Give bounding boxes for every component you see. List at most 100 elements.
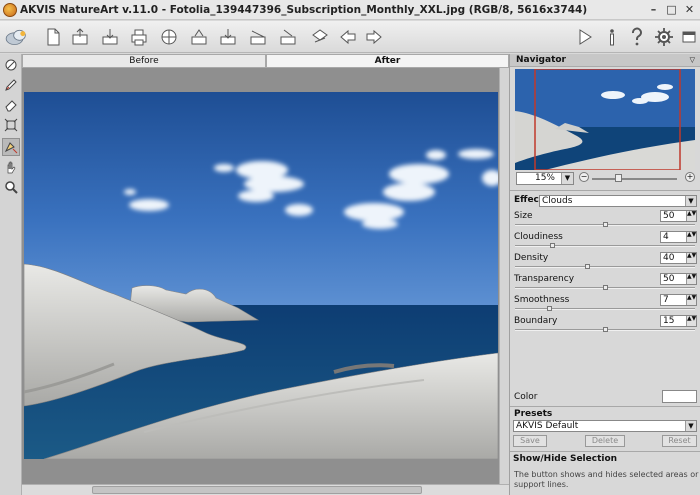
spinner-icon[interactable]: ▲▼ <box>686 211 696 221</box>
zoom-out-icon[interactable]: − <box>579 172 589 182</box>
minimize-button[interactable]: – <box>646 2 661 17</box>
chevron-down-icon[interactable]: ▼ <box>561 173 573 184</box>
eraser-tool-icon[interactable] <box>2 96 20 114</box>
navigator-preview[interactable] <box>515 69 695 170</box>
param-value-field[interactable]: 4 ▲▼ <box>660 231 697 243</box>
settings-gear-icon[interactable] <box>652 25 676 49</box>
navigator-header: Navigator ▽ <box>510 54 700 67</box>
maximize-button[interactable]: □ <box>664 2 679 17</box>
divider <box>510 406 700 407</box>
zoom-tool-icon[interactable] <box>2 178 20 196</box>
param-value: 15 <box>663 316 675 326</box>
brush-tool-icon[interactable] <box>2 76 20 94</box>
color-label: Color <box>514 392 538 402</box>
workspace: Before After <box>22 54 509 495</box>
print-icon[interactable] <box>127 25 151 49</box>
close-button[interactable]: ✕ <box>682 2 697 17</box>
effect-select[interactable]: Clouds ▼ <box>539 195 697 207</box>
hint-title: Show/Hide Selection <box>513 454 618 464</box>
param-label: Density <box>514 253 549 263</box>
save-preset-button[interactable]: Save <box>513 435 547 447</box>
save-icon[interactable] <box>98 25 122 49</box>
tools-panel <box>0 54 22 495</box>
param-label: Cloudiness <box>514 232 563 242</box>
help-icon[interactable] <box>625 25 649 49</box>
show-hide-selection-icon[interactable] <box>2 138 20 156</box>
tab-before[interactable]: Before <box>22 54 266 68</box>
param-label: Size <box>514 211 533 221</box>
tab-after[interactable]: After <box>266 54 509 68</box>
param-value-field[interactable]: 15 ▲▼ <box>660 315 697 327</box>
param-value: 7 <box>663 295 669 305</box>
share-icon[interactable] <box>276 25 300 49</box>
horizontal-scrollbar[interactable] <box>22 484 509 495</box>
param-slider[interactable] <box>515 327 695 332</box>
divider <box>510 451 700 452</box>
param-value: 50 <box>663 274 675 284</box>
crop-tool-icon[interactable] <box>2 116 20 134</box>
zoom-value: 15% <box>534 173 555 183</box>
vertical-scrollbar[interactable] <box>499 68 509 484</box>
param-label: Transparency <box>514 274 575 284</box>
toolbar <box>0 21 700 53</box>
spinner-icon[interactable]: ▲▼ <box>686 295 696 305</box>
spinner-icon[interactable]: ▲▼ <box>686 274 696 284</box>
run-icon[interactable] <box>573 25 597 49</box>
param-value-field[interactable]: 50 ▲▼ <box>660 273 697 285</box>
spinner-icon[interactable]: ▲▼ <box>686 253 696 263</box>
panel-toggle-icon[interactable] <box>677 25 700 49</box>
seascape-photo[interactable] <box>24 92 498 459</box>
zoom-slider[interactable] <box>592 178 677 180</box>
batch-icon[interactable] <box>187 25 211 49</box>
new-document-icon[interactable] <box>41 25 65 49</box>
color-swatch[interactable] <box>662 390 697 403</box>
param-slider-knob[interactable] <box>603 285 608 290</box>
param-slider[interactable] <box>515 243 695 248</box>
effect-value: Clouds <box>542 196 573 206</box>
param-slider-knob[interactable] <box>550 243 555 248</box>
open-icon[interactable] <box>68 25 92 49</box>
param-slider[interactable] <box>515 264 695 269</box>
presets-title: Presets <box>514 409 553 419</box>
param-value-field[interactable]: 50 ▲▼ <box>660 210 697 222</box>
navigator-title: Navigator <box>516 55 566 65</box>
param-label: Boundary <box>514 316 558 326</box>
selection-toggle-icon[interactable] <box>308 25 332 49</box>
spinner-icon[interactable]: ▲▼ <box>686 232 696 242</box>
image-canvas[interactable] <box>22 68 509 484</box>
horizontal-scroll-thumb[interactable] <box>92 486 422 494</box>
param-value-field[interactable]: 7 ▲▼ <box>660 294 697 306</box>
zoom-in-icon[interactable]: + <box>685 172 695 182</box>
param-value: 50 <box>663 211 675 221</box>
publish-icon[interactable] <box>157 25 181 49</box>
param-slider[interactable] <box>515 285 695 290</box>
hand-tool-icon[interactable] <box>2 158 20 176</box>
redo-icon[interactable] <box>362 25 386 49</box>
param-slider[interactable] <box>515 306 695 311</box>
undo-icon[interactable] <box>336 25 360 49</box>
import-icon[interactable] <box>246 25 270 49</box>
export-icon[interactable] <box>216 25 240 49</box>
reset-preset-button[interactable]: Reset <box>662 435 697 447</box>
title-bar: AKVIS NatureArt v.11.0 - Fotolia_1394473… <box>0 0 700 20</box>
param-slider-knob[interactable] <box>603 222 608 227</box>
settings-panel: Navigator ▽ 15% ▼ − + Effect: Clouds ▼ S… <box>509 54 700 495</box>
param-slider-knob[interactable] <box>547 306 552 311</box>
spinner-icon[interactable]: ▲▼ <box>686 316 696 326</box>
about-icon[interactable] <box>600 25 624 49</box>
presets-select[interactable]: AKVIS Default ▼ <box>513 420 697 432</box>
param-slider[interactable] <box>515 222 695 227</box>
chevron-down-icon[interactable]: ▼ <box>685 196 696 206</box>
akvis-logo-icon <box>2 25 32 49</box>
zoom-slider-knob[interactable] <box>615 174 622 182</box>
param-slider-knob[interactable] <box>585 264 590 269</box>
param-slider-knob[interactable] <box>603 327 608 332</box>
chevron-down-icon[interactable]: ▼ <box>685 421 696 431</box>
collapse-chevron-icon[interactable]: ▽ <box>690 54 695 67</box>
delete-preset-button[interactable]: Delete <box>585 435 625 447</box>
param-value-field[interactable]: 40 ▲▼ <box>660 252 697 264</box>
app-logo-icon <box>3 3 17 17</box>
preview-window-icon[interactable] <box>2 56 20 74</box>
preset-value: AKVIS Default <box>516 421 579 431</box>
zoom-select[interactable]: 15% ▼ <box>516 172 574 185</box>
